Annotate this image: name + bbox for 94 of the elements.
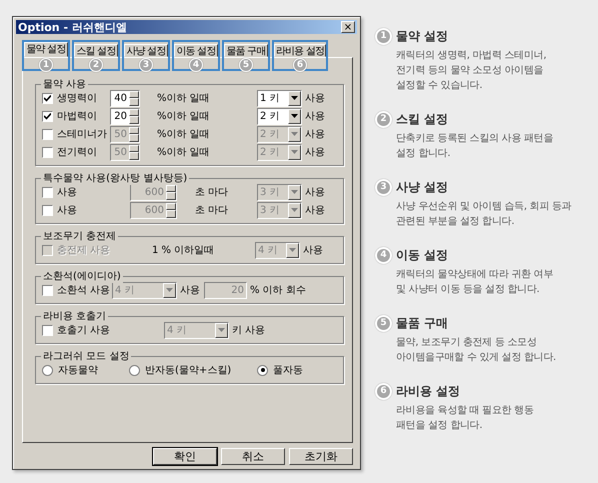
note-description: 라비용을 육성할 때 필요한 행동 패턴을 설정 합니다. (396, 404, 535, 433)
label: 키 사용 (232, 324, 266, 337)
note-title: 물품 구매 (396, 315, 448, 332)
note-description: 캐릭터의 물약상태에 따라 귀환 여부 및 사냥터 이동 등을 설정 합니다. (396, 268, 554, 297)
checkbox[interactable] (42, 128, 53, 140)
label: 사용 (305, 110, 326, 123)
label: 초 마다 (195, 204, 230, 217)
tab[interactable]: 사냥 설정 (124, 44, 168, 57)
number-badge: 5 (375, 315, 392, 332)
group-title: 보조무기 충전제 (41, 229, 118, 243)
radio-button[interactable] (42, 364, 53, 376)
label: %이하 일때 (157, 92, 211, 105)
note-title: 물약 설정 (396, 28, 448, 45)
note-description: 물약, 보조무기 충전제 등 소모성 아이템을구매할 수 있게 설정 합니다. (396, 336, 557, 365)
tab[interactable]: 물약 설정 (24, 42, 68, 57)
checkbox-label: 충전제 사용 (57, 244, 110, 257)
number-badge: 1 (375, 28, 392, 45)
label: 사용 (305, 92, 326, 105)
group-title: 소환석(에이디아) (41, 269, 123, 283)
group-title: 라비용 호출기 (41, 309, 108, 323)
label: %이하 일때 (157, 146, 211, 159)
label: 초 마다 (195, 186, 230, 199)
number-badge: 2 (375, 111, 392, 128)
spin-field[interactable]: 40 (110, 90, 140, 106)
number-badge: 6 (375, 383, 392, 400)
number-badge: 5 (239, 58, 253, 72)
close-button[interactable]: × (341, 21, 355, 33)
checkbox-label: 소환석 사용 (57, 284, 110, 297)
caret-icon (291, 208, 298, 212)
group-title: 라그러쉬 모드 설정 (41, 349, 132, 363)
dropdown[interactable]: 1 키 (257, 90, 302, 106)
caret-icon (289, 248, 296, 252)
checkbox[interactable] (42, 186, 53, 198)
note-title: 라비용 설정 (396, 383, 460, 400)
note-description: 단축키로 등록된 스킬의 사용 패턴을 설정 합니다. (396, 132, 554, 161)
label: 1 % 이하일때 (152, 244, 216, 257)
note-description: 캐릭터의 생명력, 마법력 스테미너, 전기력 등의 물약 소모성 아이템을 설정할 수 있습니다. (396, 49, 548, 93)
label: %이하 일때 (157, 110, 211, 123)
number-badge: 6 (293, 58, 307, 72)
note-title: 스킬 설정 (396, 111, 448, 128)
number-badge: 1 (39, 58, 53, 72)
checkbox[interactable] (42, 110, 53, 122)
checkbox-label: 스테미너가 (57, 128, 107, 141)
checkbox-label: 생명력이 (57, 92, 97, 105)
caret-icon (291, 190, 298, 194)
radio-label: 반자동(물약+스킬) (145, 364, 232, 377)
checkbox[interactable] (42, 284, 53, 296)
checkbox-label: 사용 (57, 204, 77, 217)
checkbox[interactable] (42, 92, 53, 104)
checkbox[interactable] (42, 146, 53, 158)
checkbox-label: 호출기 사용 (57, 324, 110, 337)
tab[interactable]: 스킬 설정 (74, 44, 118, 57)
spin-field[interactable]: 20 (110, 108, 140, 124)
caret-icon (166, 288, 173, 292)
number-badge: 3 (139, 58, 153, 72)
tab[interactable]: 라비용 설정 (274, 44, 326, 57)
caret-icon (291, 96, 298, 100)
dialog-button[interactable]: 확인 (153, 448, 217, 465)
note-description: 사냥 우선순위 및 아이템 습득, 회피 등과 관련된 부분을 설정 합니다. (396, 200, 572, 229)
caret-icon (218, 328, 225, 332)
group-title: 물약 사용 (41, 77, 88, 91)
note-title: 사냥 설정 (396, 179, 448, 196)
radio-label: 풀자동 (273, 364, 303, 377)
checkbox-label: 사용 (57, 186, 77, 199)
checkbox[interactable] (42, 204, 53, 216)
label: 사용 (303, 244, 324, 257)
label: 사용 (305, 146, 326, 159)
label: %이하 일때 (157, 128, 211, 141)
checkbox[interactable] (42, 324, 53, 336)
dialog-button[interactable]: 초기화 (289, 448, 353, 465)
checkbox-label: 마법력이 (57, 110, 97, 123)
caret-icon (291, 114, 298, 118)
label: 사용 (305, 186, 326, 199)
label: 사용 (305, 128, 326, 141)
dropdown[interactable]: 2 키 (257, 108, 302, 124)
number-badge: 3 (375, 179, 392, 196)
number-badge: 4 (189, 58, 203, 72)
label: % 이하 회수 (250, 284, 307, 297)
label: 사용 (180, 284, 201, 297)
dialog-button[interactable]: 취소 (221, 448, 285, 465)
window-title: Option - 러쉬핸디엘 (18, 20, 127, 34)
caret-icon (291, 132, 298, 136)
radio-label: 자동물약 (58, 364, 98, 377)
number-badge: 4 (375, 247, 392, 264)
tab[interactable]: 물품 구매 (224, 44, 268, 57)
caret-icon (291, 150, 298, 154)
label: 사용 (305, 204, 326, 217)
number-badge: 2 (89, 58, 103, 72)
note-title: 이동 설정 (396, 247, 448, 264)
radio-button[interactable] (129, 364, 140, 376)
tab[interactable]: 이동 설정 (174, 44, 218, 57)
checkbox-label: 전기력이 (57, 146, 97, 159)
group-title: 특수물약 사용(왕사탕 별사탕등) (41, 171, 190, 185)
radio-button[interactable] (257, 364, 268, 376)
